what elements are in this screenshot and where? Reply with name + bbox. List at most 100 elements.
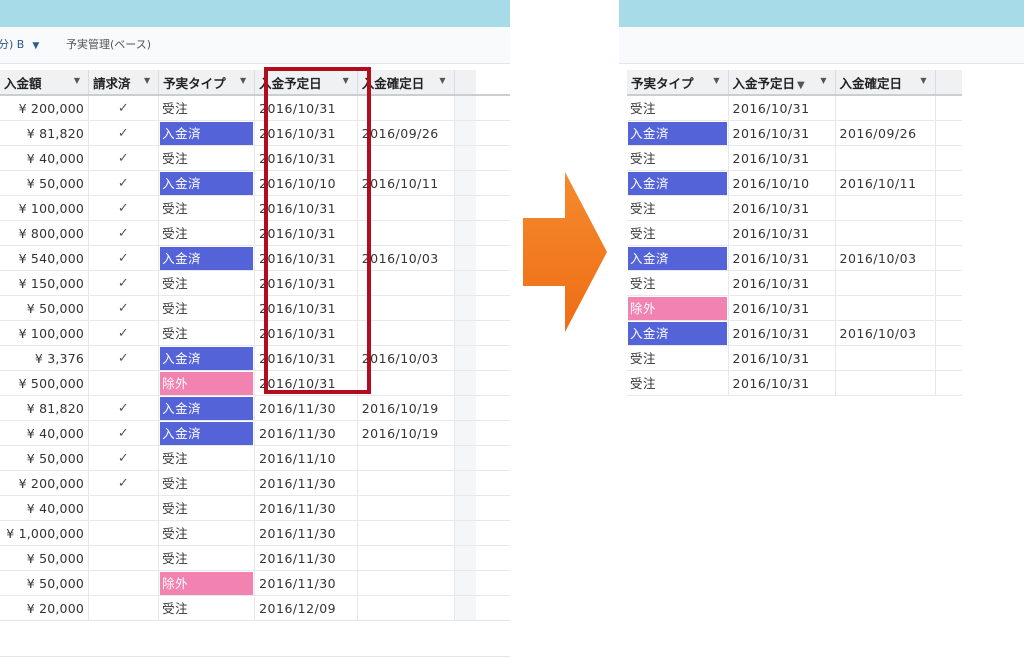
planned-date-cell[interactable]: 2016/10/31 <box>254 320 358 346</box>
amount-cell[interactable]: ¥ 50,000 <box>0 545 90 571</box>
chevron-down-icon[interactable]: ▼ <box>74 76 80 85</box>
confirmed-date-cell[interactable]: 2016/10/03 <box>357 345 455 371</box>
type-cell[interactable]: 受注 <box>627 195 729 221</box>
planned-date-cell[interactable]: 2016/10/31 <box>728 120 836 146</box>
billed-cell[interactable] <box>88 545 160 571</box>
billed-cell[interactable]: ✓ <box>88 220 160 246</box>
confirmed-date-cell[interactable] <box>835 195 936 221</box>
confirmed-date-cell[interactable] <box>357 470 455 496</box>
amount-cell[interactable]: ¥ 50,000 <box>0 570 90 596</box>
planned-date-cell[interactable]: 2016/10/31 <box>254 270 358 296</box>
tab-active-view[interactable]: 分) B ▼ <box>0 27 39 63</box>
planned-date-cell[interactable]: 2016/10/31 <box>254 345 358 371</box>
confirmed-date-cell[interactable] <box>357 270 455 296</box>
type-cell[interactable]: 受注 <box>158 195 256 221</box>
column-header-type[interactable]: 予実タイプ ▼ <box>158 70 256 96</box>
billed-cell[interactable]: ✓ <box>88 270 160 296</box>
type-cell[interactable]: 入金済 <box>158 420 256 446</box>
confirmed-date-cell[interactable]: 2016/10/19 <box>357 395 455 421</box>
planned-date-cell[interactable]: 2016/10/31 <box>728 320 836 346</box>
confirmed-date-cell[interactable] <box>357 495 455 521</box>
column-header-type[interactable]: 予実タイプ ▼ <box>627 70 729 96</box>
planned-date-cell[interactable]: 2016/10/31 <box>254 295 358 321</box>
planned-date-cell[interactable]: 2016/11/30 <box>254 495 358 521</box>
planned-date-cell[interactable]: 2016/10/31 <box>728 345 836 371</box>
type-cell[interactable]: 除外 <box>627 295 729 321</box>
confirmed-date-cell[interactable] <box>835 145 936 171</box>
amount-cell[interactable]: ¥ 50,000 <box>0 170 90 196</box>
type-cell[interactable]: 入金済 <box>627 320 729 346</box>
type-cell[interactable]: 受注 <box>627 370 729 396</box>
planned-date-cell[interactable]: 2016/10/31 <box>728 195 836 221</box>
confirmed-date-cell[interactable] <box>835 95 936 121</box>
confirmed-date-cell[interactable] <box>357 295 455 321</box>
type-cell[interactable]: 受注 <box>158 470 256 496</box>
billed-cell[interactable]: ✓ <box>88 395 160 421</box>
confirmed-date-cell[interactable]: 2016/10/03 <box>357 245 455 271</box>
planned-date-cell[interactable]: 2016/10/31 <box>254 95 358 121</box>
type-cell[interactable]: 入金済 <box>158 245 256 271</box>
amount-cell[interactable]: ¥ 150,000 <box>0 270 90 296</box>
planned-date-cell[interactable]: 2016/10/31 <box>728 245 836 271</box>
billed-cell[interactable] <box>88 370 160 396</box>
confirmed-date-cell[interactable] <box>357 220 455 246</box>
planned-date-cell[interactable]: 2016/11/30 <box>254 545 358 571</box>
chevron-down-icon[interactable]: ▼ <box>920 76 926 85</box>
billed-cell[interactable]: ✓ <box>88 320 160 346</box>
amount-cell[interactable]: ¥ 540,000 <box>0 245 90 271</box>
column-header-confirmed-date[interactable]: 入金確定日 ▼ <box>835 70 936 96</box>
amount-cell[interactable]: ¥ 200,000 <box>0 95 90 121</box>
type-cell[interactable]: 入金済 <box>158 345 256 371</box>
amount-cell[interactable]: ¥ 81,820 <box>0 395 90 421</box>
amount-cell[interactable]: ¥ 50,000 <box>0 295 90 321</box>
type-cell[interactable]: 受注 <box>627 145 729 171</box>
planned-date-cell[interactable]: 2016/10/31 <box>254 120 358 146</box>
amount-cell[interactable]: ¥ 20,000 <box>0 595 90 621</box>
confirmed-date-cell[interactable] <box>357 520 455 546</box>
chevron-down-icon[interactable]: ▼ <box>144 76 150 85</box>
amount-cell[interactable]: ¥ 40,000 <box>0 495 90 521</box>
billed-cell[interactable]: ✓ <box>88 145 160 171</box>
billed-cell[interactable] <box>88 595 160 621</box>
confirmed-date-cell[interactable] <box>357 545 455 571</box>
type-cell[interactable]: 受注 <box>627 220 729 246</box>
chevron-down-icon[interactable]: ▼ <box>713 76 719 85</box>
chevron-down-icon[interactable]: ▼ <box>32 41 39 51</box>
planned-date-cell[interactable]: 2016/10/31 <box>728 95 836 121</box>
column-header-planned-date[interactable]: 入金予定日 ▼ ▼ <box>728 70 836 96</box>
chevron-down-icon[interactable]: ▼ <box>820 76 826 85</box>
billed-cell[interactable]: ✓ <box>88 245 160 271</box>
amount-cell[interactable]: ¥ 81,820 <box>0 120 90 146</box>
billed-cell[interactable]: ✓ <box>88 470 160 496</box>
column-header-confirmed-date[interactable]: 入金確定日 ▼ <box>357 70 455 96</box>
type-cell[interactable]: 受注 <box>158 295 256 321</box>
column-header-billed[interactable]: 請求済 ▼ <box>88 70 160 96</box>
billed-cell[interactable]: ✓ <box>88 120 160 146</box>
confirmed-date-cell[interactable]: 2016/10/11 <box>357 170 455 196</box>
column-header-amount[interactable]: 入金額 ▼ <box>0 70 90 96</box>
confirmed-date-cell[interactable] <box>357 570 455 596</box>
billed-cell[interactable]: ✓ <box>88 170 160 196</box>
type-cell[interactable]: 入金済 <box>627 120 729 146</box>
chevron-down-icon[interactable]: ▼ <box>240 76 246 85</box>
chevron-down-icon[interactable]: ▼ <box>439 76 445 85</box>
planned-date-cell[interactable]: 2016/10/31 <box>728 270 836 296</box>
billed-cell[interactable] <box>88 520 160 546</box>
amount-cell[interactable]: ¥ 500,000 <box>0 370 90 396</box>
type-cell[interactable]: 受注 <box>158 545 256 571</box>
billed-cell[interactable]: ✓ <box>88 420 160 446</box>
confirmed-date-cell[interactable]: 2016/09/26 <box>835 120 936 146</box>
amount-cell[interactable]: ¥ 800,000 <box>0 220 90 246</box>
type-cell[interactable]: 受注 <box>158 220 256 246</box>
amount-cell[interactable]: ¥ 100,000 <box>0 195 90 221</box>
type-cell[interactable]: 受注 <box>158 270 256 296</box>
confirmed-date-cell[interactable]: 2016/10/19 <box>357 420 455 446</box>
filter-icon[interactable]: ▼ <box>797 80 805 91</box>
type-cell[interactable]: 受注 <box>158 320 256 346</box>
billed-cell[interactable]: ✓ <box>88 445 160 471</box>
amount-cell[interactable]: ¥ 40,000 <box>0 145 90 171</box>
confirmed-date-cell[interactable]: 2016/10/03 <box>835 245 936 271</box>
planned-date-cell[interactable]: 2016/11/30 <box>254 420 358 446</box>
billed-cell[interactable] <box>88 570 160 596</box>
type-cell[interactable]: 入金済 <box>627 245 729 271</box>
